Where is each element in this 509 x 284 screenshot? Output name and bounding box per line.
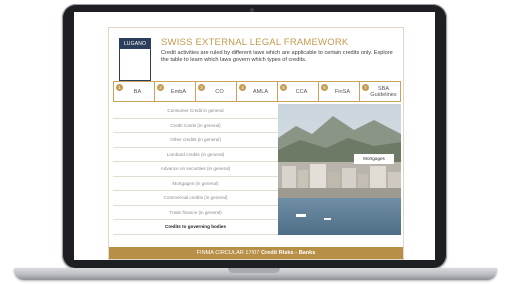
tab-sba-guidelines[interactable]: 7 SBA Guidelines: [360, 82, 400, 101]
list-item[interactable]: Credits to governing bodies: [113, 220, 278, 235]
tab-co[interactable]: 3 CO: [196, 82, 237, 101]
law-tabs: 1 BA 2 EmbA 3 CO 4 AMLA 5 CCA 6 FinSA 7 …: [113, 81, 401, 102]
tab-emba[interactable]: 2 EmbA: [155, 82, 196, 101]
list-item[interactable]: Advance on securities (in general): [113, 162, 278, 177]
footer-prefix: FINMA CIRCULAR 17/07: [196, 250, 261, 256]
list-item[interactable]: Consumer Credit in general: [113, 104, 278, 119]
list-item[interactable]: Commercial credits (in general): [113, 191, 278, 206]
city-illustration: [278, 104, 401, 235]
tab-label: EmbA: [170, 88, 187, 95]
lugano-city-photo: Mortgages: [278, 104, 401, 235]
tab-number-badge: 2: [157, 84, 164, 91]
tab-finsa[interactable]: 6 FinSA: [319, 82, 360, 101]
tab-number-badge: 3: [198, 84, 205, 91]
tab-ba[interactable]: 1 BA: [114, 82, 155, 101]
tab-amla[interactable]: 4 AMLA: [237, 82, 278, 101]
logo-text: LUGANO: [120, 39, 150, 49]
tab-number-badge: 1: [116, 84, 123, 91]
tab-number-badge: 5: [280, 84, 287, 91]
list-item[interactable]: Credit Cards (in general): [113, 119, 278, 133]
laptop-notch: [228, 268, 280, 273]
photo-tag[interactable]: Mortgages: [354, 154, 394, 164]
slide-description: Credit activities are ruled by different…: [161, 50, 393, 64]
tab-label: SBA Guidelines: [370, 85, 397, 98]
tab-cca[interactable]: 5 CCA: [278, 82, 319, 101]
slide-footer: FINMA CIRCULAR 17/07 Credit Risks - Bank…: [109, 247, 403, 259]
laptop-screen: LUGANO SWISS EXTERNAL LEGAL FRAMEWORK Cr…: [74, 12, 435, 260]
course-slide: LUGANO SWISS EXTERNAL LEGAL FRAMEWORK Cr…: [108, 27, 404, 260]
slide-title: SWISS EXTERNAL LEGAL FRAMEWORK: [161, 37, 349, 48]
credit-type-list: Consumer Credit in general Credit Cards …: [113, 104, 278, 235]
tab-label: FinSA: [334, 88, 351, 95]
list-item[interactable]: Mortgages (in general): [113, 177, 278, 191]
tab-label: CO: [215, 88, 224, 95]
list-item[interactable]: Trade finance (in general): [113, 206, 278, 220]
tab-label: AMLA: [252, 88, 269, 95]
tab-label: BA: [133, 88, 142, 95]
tab-label: CCA: [295, 88, 308, 95]
tab-number-badge: 6: [321, 84, 328, 91]
list-item[interactable]: Other credits (in general): [113, 133, 278, 148]
tab-number-badge: 4: [239, 84, 246, 91]
lugano-logo: LUGANO: [119, 38, 151, 81]
footer-bold: Credit Risks - Banks: [260, 250, 316, 256]
tab-number-badge: 7: [362, 84, 369, 91]
list-item[interactable]: Lombard credits (in general): [113, 148, 278, 162]
